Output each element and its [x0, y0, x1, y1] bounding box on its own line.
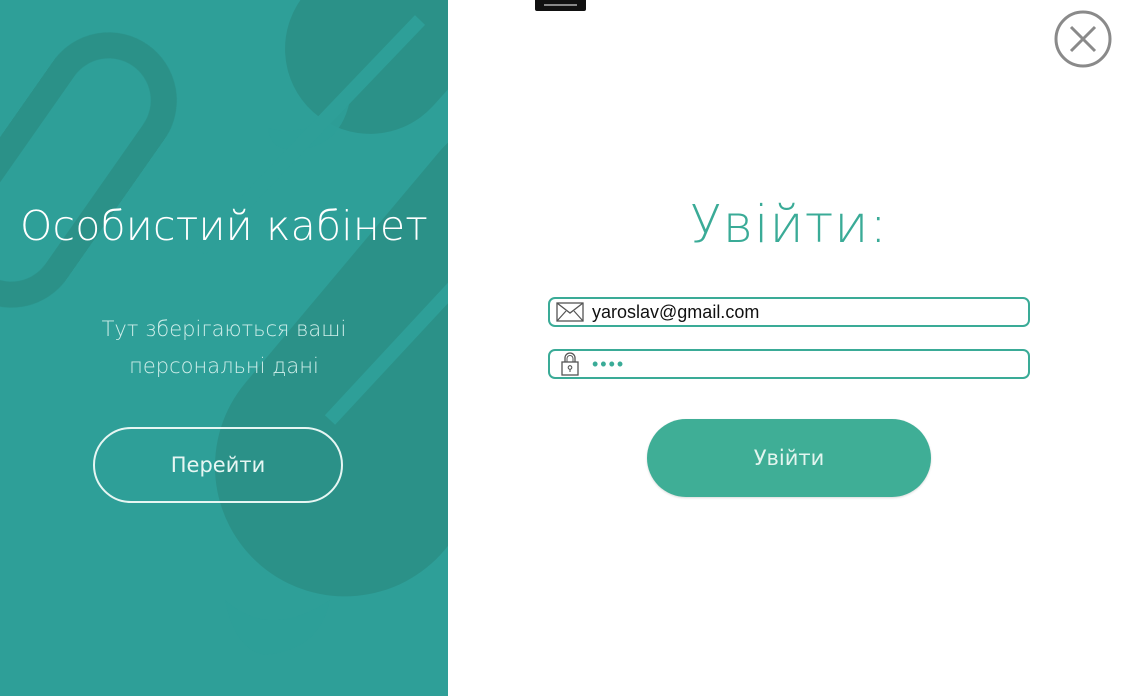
- personal-cabinet-title: Особистий кабінет: [20, 202, 428, 250]
- left-panel: Особистий кабінет Тут зберігаються ваші …: [0, 0, 448, 696]
- envelope-icon: [554, 299, 586, 325]
- padlock-icon: [554, 351, 586, 377]
- subtitle-line-2: персональні дані: [129, 354, 319, 378]
- email-field[interactable]: [548, 297, 1030, 327]
- close-circle-icon[interactable]: [1053, 9, 1113, 69]
- go-button[interactable]: Перейти: [93, 427, 343, 503]
- drag-handle[interactable]: [535, 0, 586, 11]
- personal-cabinet-subtitle: Тут зберігаються ваші персональні дані: [0, 311, 448, 385]
- subtitle-line-1: Тут зберігаються ваші: [101, 317, 347, 341]
- login-button[interactable]: Увійти: [647, 419, 931, 497]
- login-title: Увійти:: [689, 195, 889, 255]
- password-input[interactable]: [586, 352, 1028, 376]
- email-input[interactable]: [586, 300, 1028, 324]
- password-field[interactable]: [548, 349, 1030, 379]
